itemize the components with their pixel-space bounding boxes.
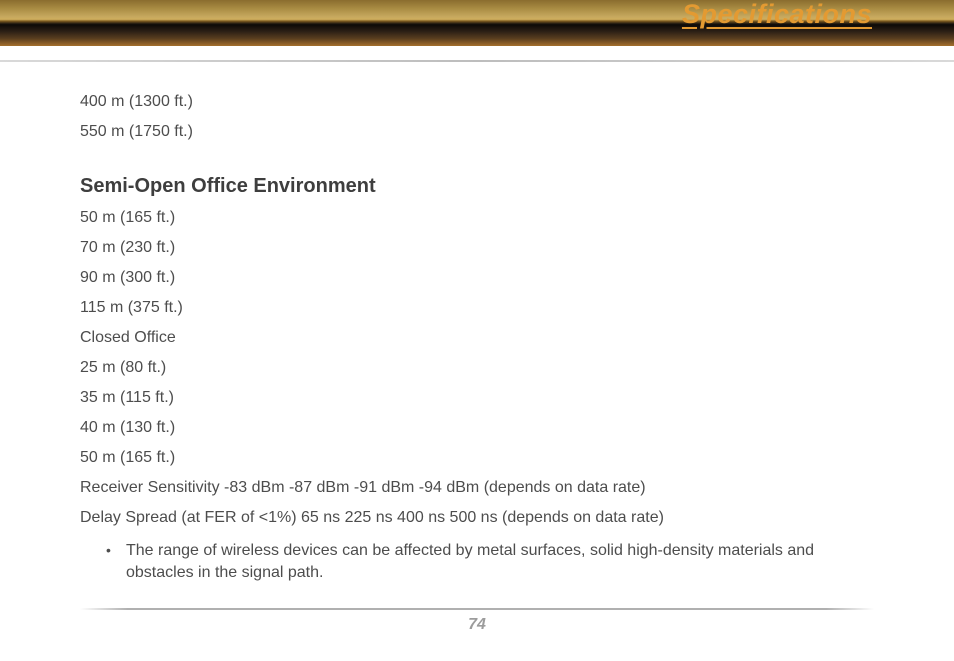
spec-value: 550 m (1750 ft.) [80,124,874,140]
footer-divider [80,608,874,610]
bullet-text: The range of wireless devices can be aff… [120,540,874,584]
spec-value: 90 m (300 ft.) [80,270,874,286]
spec-label: Closed Office [80,330,874,346]
spec-value: 25 m (80 ft.) [80,360,874,376]
bullet-dot-icon: • [106,540,120,560]
spec-line: Receiver Sensitivity -83 dBm -87 dBm -91… [80,480,874,496]
spec-value: 50 m (165 ft.) [80,450,874,466]
page-number: 74 [0,616,954,634]
content-area: 400 m (1300 ft.) 550 m (1750 ft.) Semi-O… [0,62,954,584]
spec-value: 115 m (375 ft.) [80,300,874,316]
page-title: Specifications [682,0,872,28]
spec-value: 50 m (165 ft.) [80,210,874,226]
spec-value: 35 m (115 ft.) [80,390,874,406]
spec-value: 400 m (1300 ft.) [80,94,874,110]
spec-value: 40 m (130 ft.) [80,420,874,436]
spec-line: Delay Spread (at FER of <1%) 65 ns 225 n… [80,510,874,526]
header-strip: Specifications [0,0,954,46]
spec-value: 70 m (230 ft.) [80,240,874,256]
section-heading: Semi-Open Office Environment [80,176,874,196]
bullet-item: • The range of wireless devices can be a… [80,540,874,584]
